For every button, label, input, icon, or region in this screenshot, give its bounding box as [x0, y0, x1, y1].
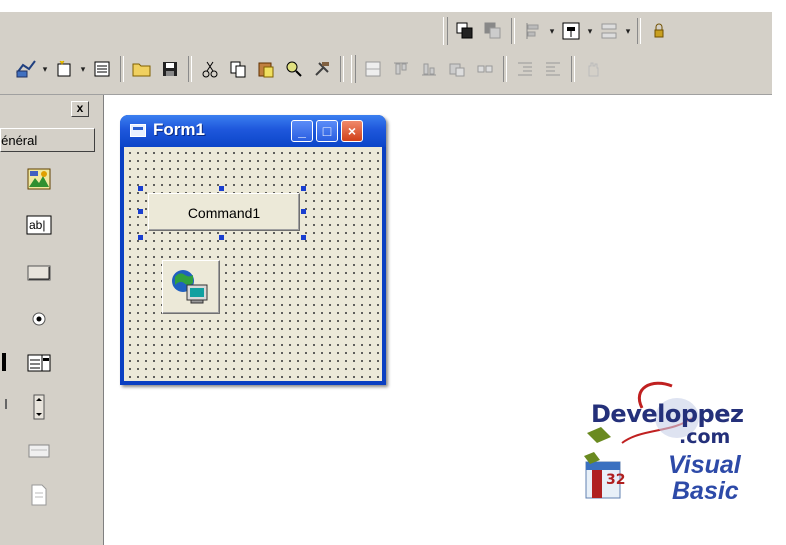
close-button[interactable]: × — [341, 120, 363, 142]
toolbar-separator — [511, 18, 515, 44]
toolbox-edge-marker — [5, 399, 7, 409]
find-icon[interactable] — [282, 57, 306, 81]
globe-computer-icon — [172, 270, 208, 304]
toolbar-separator — [637, 18, 641, 44]
form-titlebar[interactable]: Form1 _ □ × — [120, 115, 386, 147]
vb6-ide: ▾ ▾ ▾ ▾ ▾ x énéral ab| Form1 _ □ × Comma… — [0, 0, 772, 545]
save-project-icon[interactable] — [158, 57, 182, 81]
svg-text:ab|: ab| — [29, 218, 45, 232]
toolbar-grip[interactable] — [443, 17, 448, 45]
maximize-button[interactable]: □ — [316, 120, 338, 142]
align-tops-icon[interactable] — [389, 57, 413, 81]
selection-handle[interactable] — [219, 235, 224, 240]
toolbar-grip[interactable] — [351, 55, 356, 83]
logo-32-badge: 32 — [606, 472, 626, 488]
developpez-logo: Developpez .com 32 Visual Basic — [582, 378, 762, 518]
logo-com: .com — [679, 426, 731, 448]
toolbar-separator — [120, 56, 124, 82]
add-project-icon[interactable] — [14, 57, 38, 81]
listbox-tool-icon[interactable] — [25, 349, 53, 377]
toolbar-separator — [503, 56, 507, 82]
toolbox-edge-marker — [2, 353, 6, 371]
spacing-icon[interactable] — [473, 57, 497, 81]
form-window-icon — [130, 124, 146, 137]
align-left-icon[interactable] — [521, 19, 545, 43]
toolbar-area: ▾ ▾ ▾ ▾ ▾ — [0, 12, 772, 95]
add-form-dropdown-icon[interactable]: ▾ — [78, 64, 88, 75]
selection-handle[interactable] — [138, 209, 143, 214]
toolbox-panel: x Général ab| — [0, 95, 104, 545]
size-dropdown-icon[interactable]: ▾ — [623, 26, 633, 37]
paste-icon[interactable] — [254, 57, 278, 81]
add-form-icon[interactable] — [52, 57, 76, 81]
picturebox-tool-icon[interactable] — [25, 165, 53, 193]
hand-icon[interactable] — [581, 57, 605, 81]
bring-to-front-icon[interactable] — [453, 19, 477, 43]
frame-tool-icon[interactable] — [25, 437, 53, 465]
logo-basic: Basic — [672, 477, 739, 505]
toolbox-edge-marker — [0, 171, 6, 189]
form-title: Form1 — [153, 120, 205, 139]
center-in-form-icon[interactable] — [559, 19, 583, 43]
toolbar-separator — [571, 56, 575, 82]
selection-handle[interactable] — [301, 235, 306, 240]
copy-icon[interactable] — [226, 57, 250, 81]
toolbar-separator — [188, 56, 192, 82]
cut-icon[interactable] — [198, 57, 222, 81]
align-bottoms-icon[interactable] — [417, 57, 441, 81]
undo-icon[interactable] — [310, 57, 334, 81]
indent-icon[interactable] — [513, 57, 537, 81]
align-grid-icon[interactable] — [361, 57, 385, 81]
toolbox-general-tab[interactable]: Général — [0, 128, 95, 152]
send-to-back-icon[interactable] — [481, 19, 505, 43]
commandbutton-tool-icon[interactable] — [25, 259, 53, 287]
open-project-icon[interactable] — [130, 57, 154, 81]
textbox-tool-icon[interactable]: ab| — [25, 211, 53, 239]
lock-controls-icon[interactable] — [647, 19, 671, 43]
selection-handle[interactable] — [301, 186, 306, 191]
picture-control[interactable] — [162, 260, 220, 314]
selection-handle[interactable] — [301, 209, 306, 214]
outdent-icon[interactable] — [541, 57, 565, 81]
center-dropdown-icon[interactable]: ▾ — [585, 26, 595, 37]
toolbox-close-button[interactable]: x — [71, 101, 89, 117]
menu-editor-icon[interactable] — [90, 57, 114, 81]
selection-handle[interactable] — [138, 235, 143, 240]
make-same-size-icon[interactable] — [597, 19, 621, 43]
vscrollbar-tool-icon[interactable] — [25, 393, 53, 421]
form-editor-toolbar: ▾ ▾ ▾ — [440, 14, 673, 48]
selection-handle[interactable] — [219, 186, 224, 191]
optionbutton-tool-icon[interactable] — [25, 305, 53, 333]
standard-toolbar: ▾ ▾ — [12, 52, 607, 86]
file-tool-icon[interactable] — [25, 481, 53, 509]
logo-visual: Visual — [668, 451, 741, 479]
same-size-icon[interactable] — [445, 57, 469, 81]
align-dropdown-icon[interactable]: ▾ — [547, 26, 557, 37]
minimize-button[interactable]: _ — [291, 120, 313, 142]
form-window[interactable]: Form1 _ □ × Command1 — [120, 115, 386, 385]
command1-button[interactable]: Command1 — [148, 193, 300, 231]
add-project-dropdown-icon[interactable]: ▾ — [40, 64, 50, 75]
selection-handle[interactable] — [138, 186, 143, 191]
logo-developpez: Developpez — [591, 400, 744, 428]
toolbar-separator — [340, 56, 344, 82]
